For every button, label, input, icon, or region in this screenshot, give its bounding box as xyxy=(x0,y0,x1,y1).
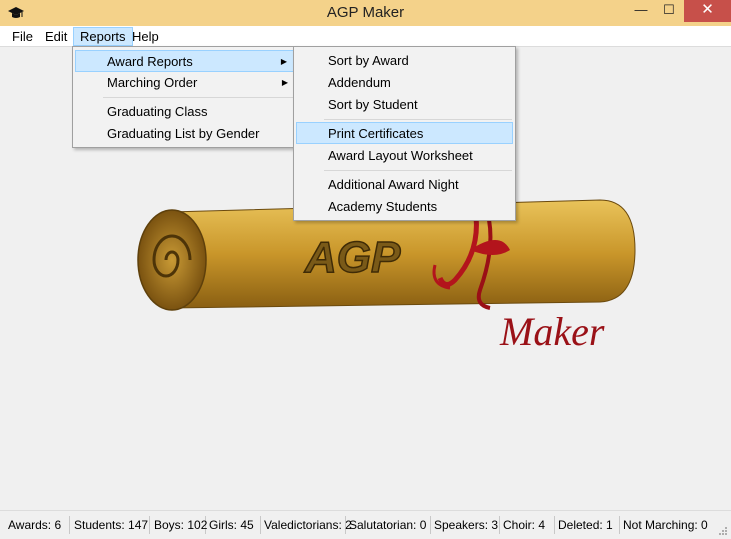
menu-item-label: Addendum xyxy=(328,75,391,90)
menu-item-graduating-class[interactable]: Graduating Class xyxy=(75,101,294,123)
menu-reports[interactable]: Reports xyxy=(73,27,133,46)
window-title: AGP Maker xyxy=(326,4,405,21)
menu-item-label: Additional Award Night xyxy=(328,177,459,192)
status-salutatorian: Salutatorian: 0 xyxy=(347,516,431,534)
close-button[interactable]: ✕ xyxy=(684,0,731,22)
minimize-button[interactable]: — xyxy=(628,0,654,22)
menu-item-sort-by-award[interactable]: Sort by Award xyxy=(296,50,513,72)
menu-item-label: Print Certificates xyxy=(328,126,424,141)
status-awards: Awards: 6 xyxy=(6,516,70,534)
menu-item-award-layout-worksheet[interactable]: Award Layout Worksheet xyxy=(296,145,513,167)
resize-grip-icon[interactable] xyxy=(718,526,728,536)
menu-help[interactable]: Help xyxy=(126,28,165,46)
menu-item-print-certificates[interactable]: Print Certificates xyxy=(296,122,513,144)
maximize-button[interactable]: ☐ xyxy=(656,0,682,22)
logo-scroll-text: AGP xyxy=(304,233,401,282)
status-students: Students: 147 xyxy=(74,516,150,534)
status-choir: Choir: 4 xyxy=(501,516,555,534)
menu-separator xyxy=(324,119,512,120)
menu-file[interactable]: File xyxy=(6,28,39,46)
status-not-marching: Not Marching: 0 xyxy=(623,518,708,532)
menu-item-label: Marching Order xyxy=(107,75,198,90)
menu-item-addendum[interactable]: Addendum xyxy=(296,72,513,94)
menu-item-academy-students[interactable]: Academy Students xyxy=(296,196,513,218)
menu-bar: File Edit Reports Help xyxy=(0,26,731,46)
menu-item-label: Academy Students xyxy=(328,199,438,214)
menu-item-label: Award Layout Worksheet xyxy=(328,148,473,163)
menu-item-graduating-list-by-gender[interactable]: Graduating List by Gender xyxy=(75,123,294,145)
menu-item-label: Sort by Student xyxy=(328,97,418,112)
menu-edit[interactable]: Edit xyxy=(39,28,73,46)
status-bar: Awards: 6 Students: 147 Boys: 102 Girls:… xyxy=(0,510,731,539)
award-reports-submenu: Sort by Award Addendum Sort by Student P… xyxy=(293,46,516,221)
status-deleted: Deleted: 1 xyxy=(556,516,620,534)
submenu-arrow-icon: ▶ xyxy=(281,78,288,87)
menu-item-label: Graduating Class xyxy=(107,104,208,119)
status-girls: Girls: 45 xyxy=(207,516,261,534)
menu-item-label: Graduating List by Gender xyxy=(107,126,260,141)
menu-item-marching-order[interactable]: Marching Order ▶ xyxy=(75,72,294,94)
status-boys: Boys: 102 xyxy=(154,516,208,534)
menu-separator xyxy=(324,170,512,171)
title-bar: AGP Maker — ☐ ✕ xyxy=(0,0,731,26)
reports-menu: Award Reports ▶ Marching Order ▶ Graduat… xyxy=(72,46,297,148)
status-speakers: Speakers: 3 xyxy=(434,516,500,534)
logo-script-text: Maker xyxy=(499,309,605,354)
menu-item-sort-by-student[interactable]: Sort by Student xyxy=(296,94,513,116)
menu-item-award-reports[interactable]: Award Reports ▶ xyxy=(75,50,294,72)
menu-separator xyxy=(103,97,293,98)
menu-item-label: Sort by Award xyxy=(328,53,409,68)
status-valedictorians: Valedictorians: 2 xyxy=(264,516,352,534)
menu-item-label: Award Reports xyxy=(107,54,193,69)
menu-item-additional-award-night[interactable]: Additional Award Night xyxy=(296,174,513,196)
submenu-arrow-icon: ▶ xyxy=(280,57,287,66)
